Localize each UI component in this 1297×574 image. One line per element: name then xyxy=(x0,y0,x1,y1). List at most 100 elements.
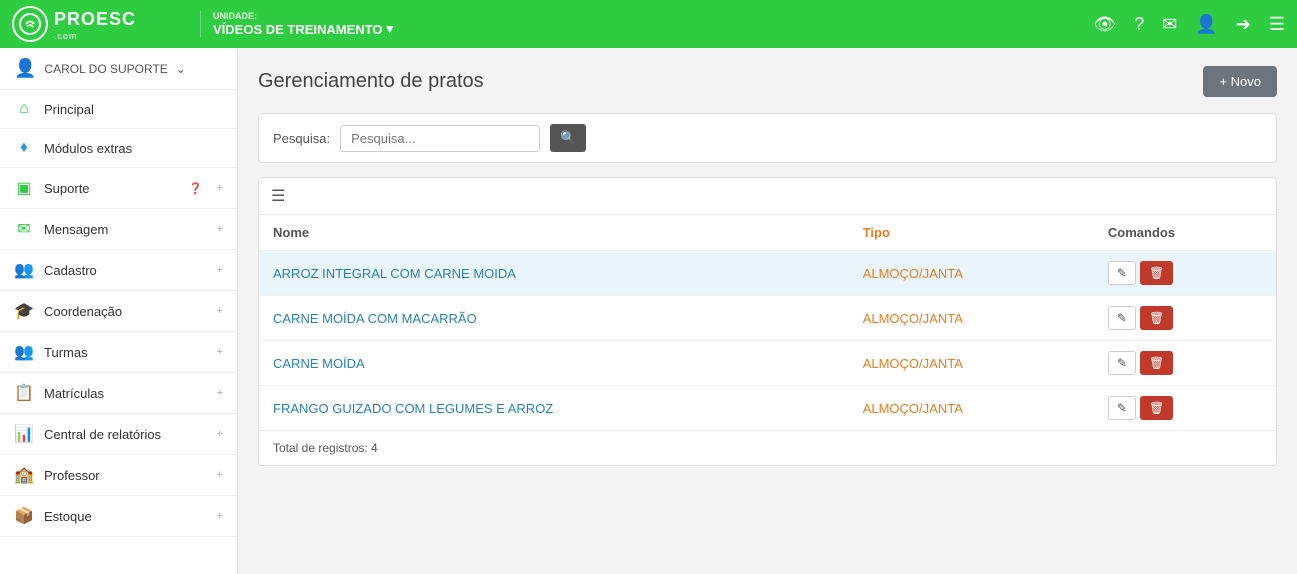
cmd-cell: ✎🗑 xyxy=(1108,261,1262,285)
suporte-badge: ❓ xyxy=(189,182,203,195)
cell-tipo: ALMOÇO/JANTA xyxy=(849,386,1094,431)
sidebar-label-relatorios: Central de relatórios xyxy=(44,427,203,442)
sidebar-item-principal[interactable]: ⌂ Principal xyxy=(0,90,237,129)
col-header-tipo: Tipo xyxy=(849,215,1094,251)
table-row: CARNE MOÍDA COM MACARRÃOALMOÇO/JANTA✎🗑 xyxy=(259,296,1276,341)
edit-button[interactable]: ✎ xyxy=(1108,396,1136,420)
sidebar-label-cadastro: Cadastro xyxy=(44,263,203,278)
unit-label: UNIDADE: xyxy=(213,11,1093,21)
home-icon: ⌂ xyxy=(14,100,34,118)
sidebar-label-professor: Professor xyxy=(44,468,203,483)
search-input[interactable] xyxy=(340,125,540,152)
sidebar-item-matriculas[interactable]: 📋 Matrículas + xyxy=(0,373,237,414)
search-button[interactable]: 🔍 xyxy=(550,124,586,152)
search-label: Pesquisa: xyxy=(273,131,330,146)
cell-comandos: ✎🗑 xyxy=(1094,341,1276,386)
table-footer: Total de registros: 4 xyxy=(259,430,1276,465)
sidebar-label-suporte: Suporte xyxy=(44,181,179,196)
sidebar-label-turmas: Turmas xyxy=(44,345,203,360)
eye-icon[interactable]: 👁 xyxy=(1093,14,1116,35)
sidebar: 👤 CAROL DO SUPORTE ⌄ ⌂ Principal ♦ Módul… xyxy=(0,48,238,574)
turmas-icon: 👥 xyxy=(14,342,34,362)
sidebar-label-modulos: Módulos extras xyxy=(44,141,223,156)
cmd-cell: ✎🗑 xyxy=(1108,351,1262,375)
table-row: ARROZ INTEGRAL COM CARNE MOIDAALMOÇO/JAN… xyxy=(259,251,1276,296)
page-title: Gerenciamento de pratos xyxy=(258,70,484,93)
cell-nome: FRANGO GUIZADO COM LEGUMES E ARROZ xyxy=(259,386,849,431)
relatorios-icon: 📊 xyxy=(14,424,34,444)
matriculas-icon: 📋 xyxy=(14,383,34,403)
suporte-expand-icon: + xyxy=(217,182,223,194)
data-table: Nome Tipo Comandos ARROZ INTEGRAL COM CA… xyxy=(259,215,1276,430)
menu-icon[interactable]: ☰ xyxy=(1269,14,1285,35)
sidebar-item-mensagem[interactable]: ✉ Mensagem + xyxy=(0,209,237,250)
turmas-expand-icon: + xyxy=(217,346,223,358)
cell-tipo: ALMOÇO/JANTA xyxy=(849,341,1094,386)
table-row: CARNE MOÍDA ALMOÇO/JANTA ✎🗑 xyxy=(259,341,1276,386)
matriculas-expand-icon: + xyxy=(217,387,223,399)
cadastro-icon: 👥 xyxy=(14,260,34,280)
nome-link[interactable]: CARNE MOÍDA xyxy=(273,356,365,371)
delete-button[interactable]: 🗑 xyxy=(1140,396,1173,420)
question-icon[interactable]: ? xyxy=(1134,14,1144,35)
professor-icon: 🏫 xyxy=(14,465,34,485)
delete-button[interactable]: 🗑 xyxy=(1140,261,1173,285)
table-list-icon: ☰ xyxy=(271,186,285,206)
top-navbar: PROESC .com UNIDADE: VÍDEOS DE TREINAMEN… xyxy=(0,0,1297,48)
logout-icon[interactable]: ➔ xyxy=(1236,14,1251,35)
message-icon: ✉ xyxy=(14,219,34,239)
table-row: FRANGO GUIZADO COM LEGUMES E ARROZ ALMOÇO… xyxy=(259,386,1276,431)
logo-area: PROESC .com xyxy=(12,6,192,42)
support-icon: ▣ xyxy=(14,178,34,198)
sidebar-label-coordenacao: Coordenação xyxy=(44,304,203,319)
search-bar: Pesquisa: 🔍 xyxy=(258,113,1277,163)
delete-button[interactable]: 🗑 xyxy=(1140,306,1173,330)
user-icon[interactable]: 👤 xyxy=(1195,14,1217,35)
cmd-cell: ✎🗑 xyxy=(1108,396,1262,420)
logo-com: .com xyxy=(54,31,136,41)
cell-comandos: ✎🗑 xyxy=(1094,296,1276,341)
sidebar-item-turmas[interactable]: 👥 Turmas + xyxy=(0,332,237,373)
edit-button[interactable]: ✎ xyxy=(1108,306,1136,330)
sidebar-label-estoque: Estoque xyxy=(44,509,203,524)
nav-icons: 👁 ? ✉ 👤 ➔ ☰ xyxy=(1093,14,1285,35)
sidebar-item-coordenacao[interactable]: 🎓 Coordenação + xyxy=(0,291,237,332)
table-toolbar: ☰ xyxy=(259,178,1276,215)
estoque-expand-icon: + xyxy=(217,510,223,522)
nome-link[interactable]: ARROZ INTEGRAL COM CARNE MOIDA xyxy=(273,266,516,281)
sidebar-item-modulos[interactable]: ♦ Módulos extras xyxy=(0,129,237,168)
coordenacao-expand-icon: + xyxy=(217,305,223,317)
sidebar-label-principal: Principal xyxy=(44,102,223,117)
edit-button[interactable]: ✎ xyxy=(1108,261,1136,285)
sidebar-item-professor[interactable]: 🏫 Professor + xyxy=(0,455,237,496)
cell-nome: CARNE MOÍDA COM MACARRÃO xyxy=(259,296,849,341)
logo-icon xyxy=(12,6,48,42)
mail-icon[interactable]: ✉ xyxy=(1162,14,1177,35)
sidebar-item-relatorios[interactable]: 📊 Central de relatórios + xyxy=(0,414,237,455)
novo-button[interactable]: + Novo xyxy=(1203,66,1277,97)
user-bar[interactable]: 👤 CAROL DO SUPORTE ⌄ xyxy=(0,48,237,90)
nome-link[interactable]: CARNE MOÍDA COM MACARRÃO xyxy=(273,311,477,326)
sidebar-item-suporte[interactable]: ▣ Suporte ❓ + xyxy=(0,168,237,209)
edit-button[interactable]: ✎ xyxy=(1108,351,1136,375)
user-name: CAROL DO SUPORTE xyxy=(44,62,167,76)
sidebar-item-estoque[interactable]: 📦 Estoque + xyxy=(0,496,237,537)
cell-nome: ARROZ INTEGRAL COM CARNE MOIDA xyxy=(259,251,849,296)
user-avatar-icon: 👤 xyxy=(14,58,36,79)
sidebar-label-mensagem: Mensagem xyxy=(44,222,203,237)
nome-link[interactable]: FRANGO GUIZADO COM LEGUMES E ARROZ xyxy=(273,401,553,416)
content-area: Gerenciamento de pratos + Novo Pesquisa:… xyxy=(238,48,1297,574)
gem-icon: ♦ xyxy=(14,139,34,157)
cadastro-expand-icon: + xyxy=(217,264,223,276)
unit-name-dropdown[interactable]: VÍDEOS DE TREINAMENTO ▾ xyxy=(213,21,1093,37)
tipo-value: ALMOÇO/JANTA xyxy=(863,356,963,371)
professor-expand-icon: + xyxy=(217,469,223,481)
sidebar-item-cadastro[interactable]: 👥 Cadastro + xyxy=(0,250,237,291)
col-header-comandos: Comandos xyxy=(1094,215,1276,251)
cell-comandos: ✎🗑 xyxy=(1094,251,1276,296)
cell-tipo: ALMOÇO/JANTA xyxy=(849,296,1094,341)
delete-button[interactable]: 🗑 xyxy=(1140,351,1173,375)
relatorios-expand-icon: + xyxy=(217,428,223,440)
estoque-icon: 📦 xyxy=(14,506,34,526)
coordenacao-icon: 🎓 xyxy=(14,301,34,321)
